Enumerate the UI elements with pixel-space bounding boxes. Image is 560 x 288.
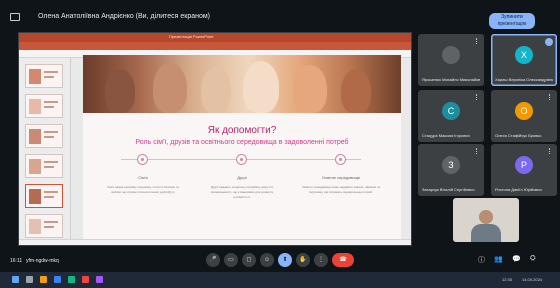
avatar: O: [515, 102, 533, 120]
participant-name: Захарчук Віталій Сергійович: [422, 187, 475, 192]
slide-thumbnail[interactable]: [25, 94, 63, 118]
column-title: Друзі: [237, 175, 247, 180]
search-icon[interactable]: [26, 276, 33, 283]
slide-subheading: Роль сім'ї, друзів та освітнього середов…: [135, 139, 349, 146]
more-options-icon[interactable]: [476, 38, 478, 44]
self-view-body: [471, 224, 501, 242]
hand-icon[interactable]: ✋: [296, 253, 310, 267]
file-explorer-icon[interactable]: [40, 276, 47, 283]
avatar: P: [515, 156, 533, 174]
app-icon[interactable]: [96, 276, 103, 283]
participant-tile[interactable]: X Хариш Вероніка Олександрівна: [491, 34, 557, 86]
avatar: X: [515, 46, 533, 64]
column-title: Сім'я: [138, 175, 148, 180]
more-options-icon[interactable]: [549, 148, 551, 154]
column-text: Друзі надають соціальну підтримку, відчу…: [210, 185, 274, 199]
end-call-icon[interactable]: ☎: [332, 253, 354, 267]
more-options-icon[interactable]: [549, 94, 551, 100]
avatar: З: [442, 156, 460, 174]
powerpoint-ribbon: [19, 42, 411, 55]
tray-clock: 12:35: [502, 277, 513, 282]
meeting-title: Олена Анатоліївна Андрієнко (Ви, ділитес…: [38, 13, 211, 20]
start-icon[interactable]: [12, 276, 19, 283]
timeline-dot: [335, 154, 346, 165]
participant-tile[interactable]: З Захарчук Віталій Сергійович: [418, 144, 484, 196]
participant-tile[interactable]: C Стацура Максим Ігорович: [418, 90, 484, 142]
activities-icon[interactable]: ⛭: [530, 255, 536, 263]
self-view-tile[interactable]: [453, 198, 519, 242]
captions-icon[interactable]: ◻: [242, 253, 256, 267]
slide-thumbnail-active[interactable]: [25, 184, 63, 208]
camera-icon[interactable]: ▭: [224, 253, 238, 267]
slide-thumbnail[interactable]: [25, 124, 63, 148]
powerpoint-statusbar: [19, 239, 411, 245]
avatar: [442, 46, 460, 64]
column-title: Освітнє середовище: [321, 175, 361, 180]
current-slide: Як допомогти? Роль сім'ї, друзів та осві…: [83, 55, 401, 239]
participant-tile[interactable]: P Ростопа Даніїл Юрійович: [491, 144, 557, 196]
powerpoint-icon[interactable]: [82, 276, 89, 283]
avatar: C: [442, 102, 460, 120]
mic-icon[interactable]: 🎤: [206, 253, 220, 267]
slide-photo: [83, 55, 401, 113]
powerpoint-window-title: Презентація PowerPoint: [169, 34, 214, 39]
slide-thumbnail[interactable]: [25, 64, 63, 88]
column-text: Освітнє середовище може надавати знання,…: [302, 185, 380, 194]
slide-thumbnail[interactable]: [25, 214, 63, 238]
timeline-dot: [137, 154, 148, 165]
present-icon[interactable]: ⬆: [278, 253, 292, 267]
slide-thumbnail[interactable]: [25, 154, 63, 178]
chrome-icon[interactable]: [68, 276, 75, 283]
more-icon[interactable]: ⋮: [314, 253, 328, 267]
self-view-head: [479, 210, 493, 224]
meeting-time: 16:11: [10, 258, 23, 264]
info-icon[interactable]: ⓘ: [478, 255, 485, 265]
powerpoint-titlebar: Презентація PowerPoint: [19, 33, 411, 42]
more-options-icon[interactable]: [476, 148, 478, 154]
timeline-dot: [236, 154, 247, 165]
chat-icon[interactable]: 💬: [512, 255, 521, 263]
column-text: Сім'я надає емоційну підтримку, почуття …: [107, 185, 179, 194]
participant-tile[interactable]: O Олеся Стафійчук Бровко: [491, 90, 557, 142]
slide-thumbnails: [19, 58, 71, 245]
more-options-icon[interactable]: [476, 94, 478, 100]
speaking-icon: [545, 38, 553, 46]
slide-heading: Як допомогти?: [207, 125, 277, 136]
participant-tile[interactable]: Ярошенко Михайло Миколайович: [418, 34, 484, 86]
participant-name: Олеся Стафійчук Бровко: [495, 133, 542, 138]
people-icon[interactable]: 👥: [494, 255, 503, 263]
participant-name: Ростопа Даніїл Юрійович: [495, 187, 542, 192]
participant-name: Хариш Вероніка Олександрівна: [495, 77, 553, 82]
meeting-code: yfm-ngdw-mkq: [26, 258, 59, 264]
participant-name: Ярошенко Михайло Миколайович: [422, 77, 480, 82]
screen-share-icon: [10, 13, 20, 21]
shared-screen: Презентація PowerPoint Як допомогти? Рол…: [18, 32, 412, 246]
participant-name: Стацура Максим Ігорович: [422, 133, 470, 138]
meet-screen: Олена Анатоліївна Андрієнко (Ви, ділитес…: [0, 0, 560, 288]
edge-icon[interactable]: [54, 276, 61, 283]
stop-presenting-button[interactable]: Зупинити презентацію: [489, 13, 535, 29]
tray-date: 14.05.2024: [522, 277, 543, 282]
emoji-icon[interactable]: ☺: [260, 253, 274, 267]
